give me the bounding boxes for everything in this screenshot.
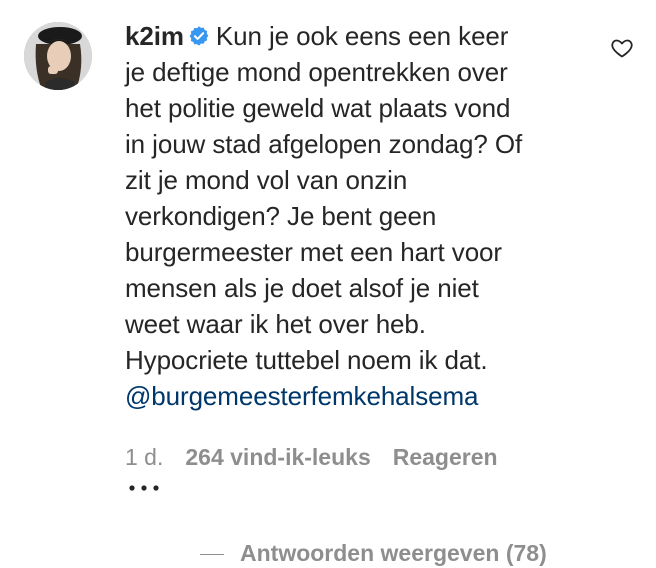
comment-line: zit je mond vol van onzin xyxy=(125,165,408,195)
heart-outline-icon[interactable] xyxy=(610,36,634,60)
comment-line: burgermeester met een hart voor xyxy=(125,237,502,267)
comment-meta: 1 d. 264 vind-ik-leuks Reageren xyxy=(125,442,520,472)
comment-time[interactable]: 1 d. xyxy=(125,444,163,470)
comment-line: mensen als je doet alsof je niet xyxy=(125,273,479,303)
verified-badge-icon xyxy=(189,26,209,46)
comment-line: weet waar ik het over heb. xyxy=(125,309,426,339)
comment-line: Hypocriete tuttebel noem ik dat. xyxy=(125,345,488,375)
view-replies-button[interactable]: Antwoorden weergeven (78) xyxy=(200,538,547,568)
reply-divider xyxy=(200,554,224,556)
reply-button[interactable]: Reageren xyxy=(393,444,498,470)
comment: k2im Kun je ook eens een keer je deftige… xyxy=(0,0,656,566)
avatar-image xyxy=(24,22,92,90)
mention-link[interactable]: @burgemeesterfemkehalsema xyxy=(125,378,595,414)
avatar[interactable] xyxy=(24,22,92,90)
comment-line: het politie geweld wat plaats vond xyxy=(125,93,511,123)
like-count[interactable]: 264 vind-ik-leuks xyxy=(185,444,370,470)
comment-line: Kun je ook eens een keer xyxy=(215,21,509,51)
comment-line: verkondigen? Je bent geen xyxy=(125,201,437,231)
more-dots-icon[interactable] xyxy=(128,482,162,494)
comment-line: in jouw stad afgelopen zondag? Of xyxy=(125,129,523,159)
username-link[interactable]: k2im xyxy=(125,21,184,51)
comment-body: k2im Kun je ook eens een keer je deftige… xyxy=(125,18,595,414)
comment-line: je deftige mond opentrekken over xyxy=(125,57,508,87)
view-replies-label: Antwoorden weergeven (78) xyxy=(240,540,547,566)
